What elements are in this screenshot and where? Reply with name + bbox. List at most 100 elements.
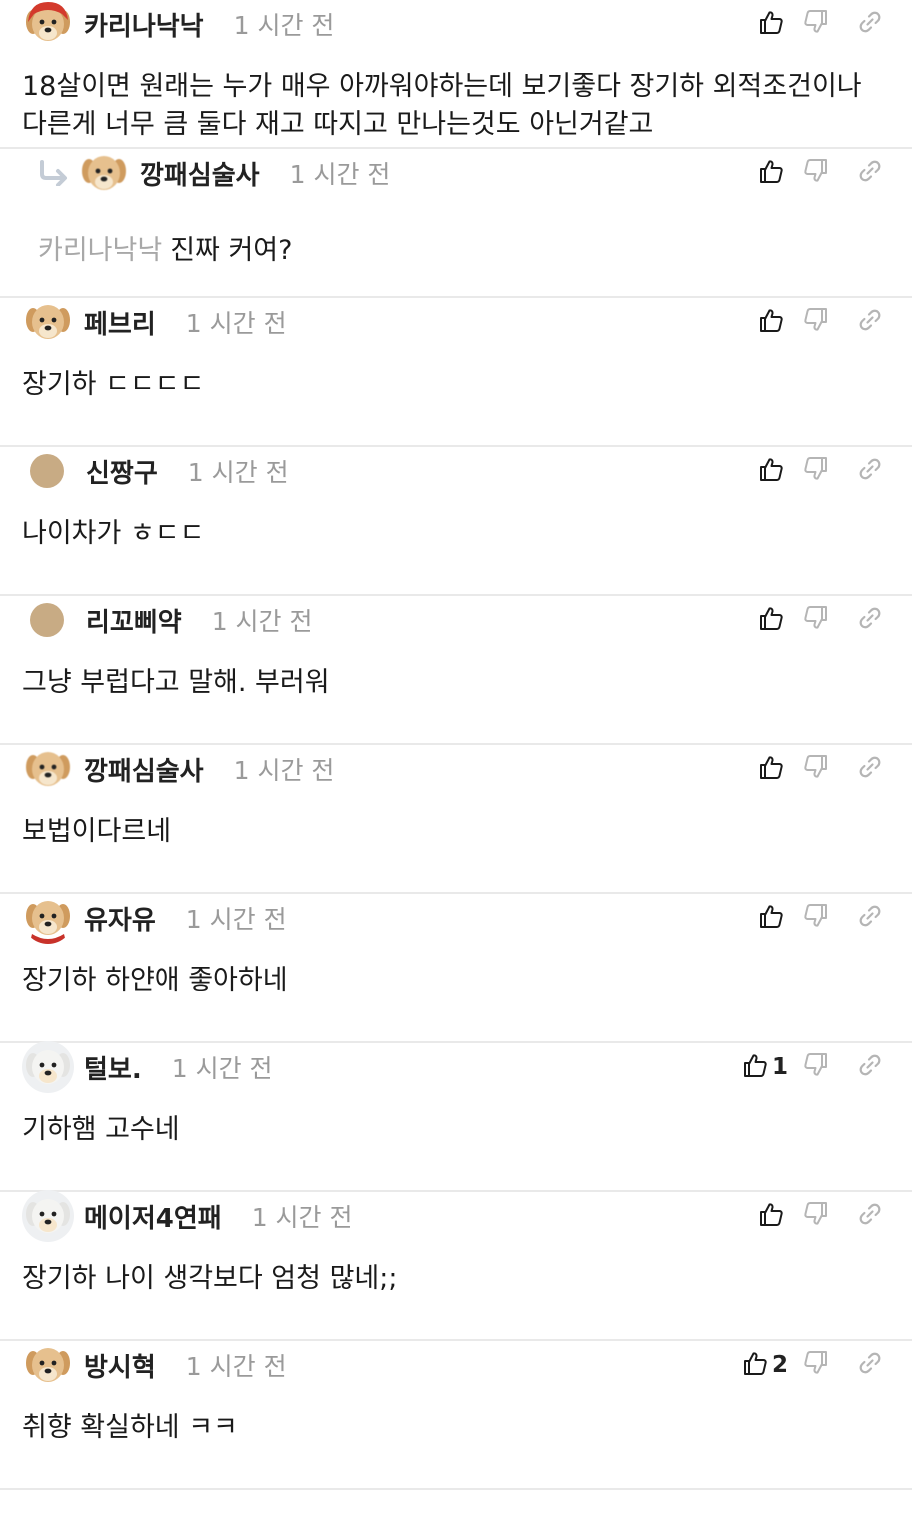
comment-item: 신짱구 1 시간 전 나이차가 ㅎㄷㄷ [0,447,912,596]
like-button[interactable] [732,1198,788,1234]
share-link-button[interactable] [844,453,896,489]
comment-body: 18살이면 원래는 누가 매우 아까워야하는데 보기좋다 장기하 외적조건이나 … [22,71,862,140]
avatar[interactable] [78,147,130,199]
comment-text: 그냥 부럽다고 말해. 부러워 [22,664,892,702]
thumbs-down-icon [803,1201,829,1231]
comment-body: 기하햄 고수네 [22,1114,180,1145]
thumbs-up-icon [758,158,784,188]
avatar[interactable] [30,603,64,637]
share-link-button[interactable] [844,1347,896,1383]
like-button[interactable] [732,751,788,787]
like-button[interactable] [732,900,788,936]
thumbs-up-icon [742,1350,768,1380]
comment-text: 보법이다르네 [22,813,892,851]
share-link-button[interactable] [844,751,896,787]
comment-header: 깡패심술사 1 시간 전 [22,745,334,793]
timestamp: 1 시간 전 [289,160,391,189]
link-icon [857,1350,883,1380]
username[interactable]: 유자유 [84,900,156,937]
dislike-button[interactable] [788,900,844,936]
username[interactable]: 리꼬삐약 [86,602,182,639]
link-icon [857,903,883,933]
comment-actions [732,453,896,489]
comment-header: 페브리 1 시간 전 [22,298,287,346]
dislike-button[interactable] [788,6,844,42]
dislike-button[interactable] [788,155,844,191]
dislike-button[interactable] [788,1347,844,1383]
avatar[interactable] [22,1190,74,1242]
share-link-button[interactable] [844,1198,896,1234]
mention[interactable]: 카리나낙낙 [38,235,162,266]
username[interactable]: 신짱구 [86,453,158,490]
comment-actions [732,1198,896,1234]
avatar[interactable] [22,892,74,944]
timestamp: 1 시간 전 [211,607,313,636]
like-button[interactable] [732,304,788,340]
comment-body: 취향 확실하네 ㅋㅋ [22,1412,238,1443]
avatar[interactable] [22,1339,74,1391]
thumbs-up-icon [758,1201,784,1231]
comment-item: 페브리 1 시간 전 장기하 ㄷㄷㄷㄷ [0,298,912,447]
share-link-button[interactable] [844,1049,896,1085]
dislike-button[interactable] [788,453,844,489]
share-link-button[interactable] [844,6,896,42]
comment-text: 18살이면 원래는 누가 매우 아까워야하는데 보기좋다 장기하 외적조건이나 … [22,68,892,144]
share-link-button[interactable] [844,155,896,191]
avatar[interactable] [22,296,74,348]
avatar[interactable] [22,743,74,795]
username[interactable]: 깡패심술사 [140,155,260,192]
link-icon [857,605,883,635]
username[interactable]: 카리나낙낙 [84,6,204,43]
comment-text: 기하햄 고수네 [22,1111,892,1149]
share-link-button[interactable] [844,304,896,340]
dislike-button[interactable] [788,1198,844,1234]
comment-header: 카리나낙낙 1 시간 전 [22,0,334,48]
comment-body: 그냥 부럽다고 말해. 부러워 [22,667,330,698]
comment-actions: 2 [732,1347,896,1383]
like-button[interactable]: 1 [732,1049,788,1085]
comment-body: 나이차가 ㅎㄷㄷ [22,518,205,549]
dislike-button[interactable] [788,1049,844,1085]
comment-body: 보법이다르네 [22,816,172,847]
comment-item: 털보. 1 시간 전 기하햄 고수네 1 [0,1041,912,1192]
comment-text: 나이차가 ㅎㄷㄷ [22,515,892,553]
like-button[interactable]: 2 [732,1347,788,1383]
thumbs-down-icon [803,1052,829,1082]
like-button[interactable] [732,155,788,191]
username[interactable]: 방시혁 [84,1347,156,1384]
thumbs-down-icon [803,903,829,933]
comment-header: 메이저4연패 1 시간 전 [22,1190,353,1242]
username[interactable]: 털보. [84,1049,142,1086]
dislike-button[interactable] [788,602,844,638]
share-link-button[interactable] [844,900,896,936]
timestamp: 1 시간 전 [185,309,287,338]
like-button[interactable] [732,453,788,489]
thumbs-down-icon [803,307,829,337]
dislike-button[interactable] [788,751,844,787]
thumbs-up-icon [758,456,784,486]
timestamp: 1 시간 전 [187,458,289,487]
comment-header: 방시혁 1 시간 전 [22,1341,287,1389]
thumbs-up-icon [758,9,784,39]
avatar[interactable] [22,0,74,50]
link-icon [857,1052,883,1082]
username[interactable]: 페브리 [84,304,156,341]
thumbs-up-icon [758,605,784,635]
comment-text: 취향 확실하네 ㅋㅋ [22,1409,892,1447]
comment-actions [732,6,896,42]
share-link-button[interactable] [844,602,896,638]
like-button[interactable] [732,6,788,42]
avatar[interactable] [30,454,64,488]
dislike-button[interactable] [788,304,844,340]
timestamp: 1 시간 전 [251,1203,353,1232]
username[interactable]: 깡패심술사 [84,751,204,788]
like-button[interactable] [732,602,788,638]
username[interactable]: 메이저4연패 [84,1198,222,1235]
timestamp: 1 시간 전 [185,905,287,934]
comment-text: 카리나낙낙 진짜 커여? [38,232,892,270]
link-icon [857,456,883,486]
comment-actions [732,304,896,340]
comment-actions: 1 [732,1049,896,1085]
comment-actions [732,900,896,936]
avatar[interactable] [22,1041,74,1093]
